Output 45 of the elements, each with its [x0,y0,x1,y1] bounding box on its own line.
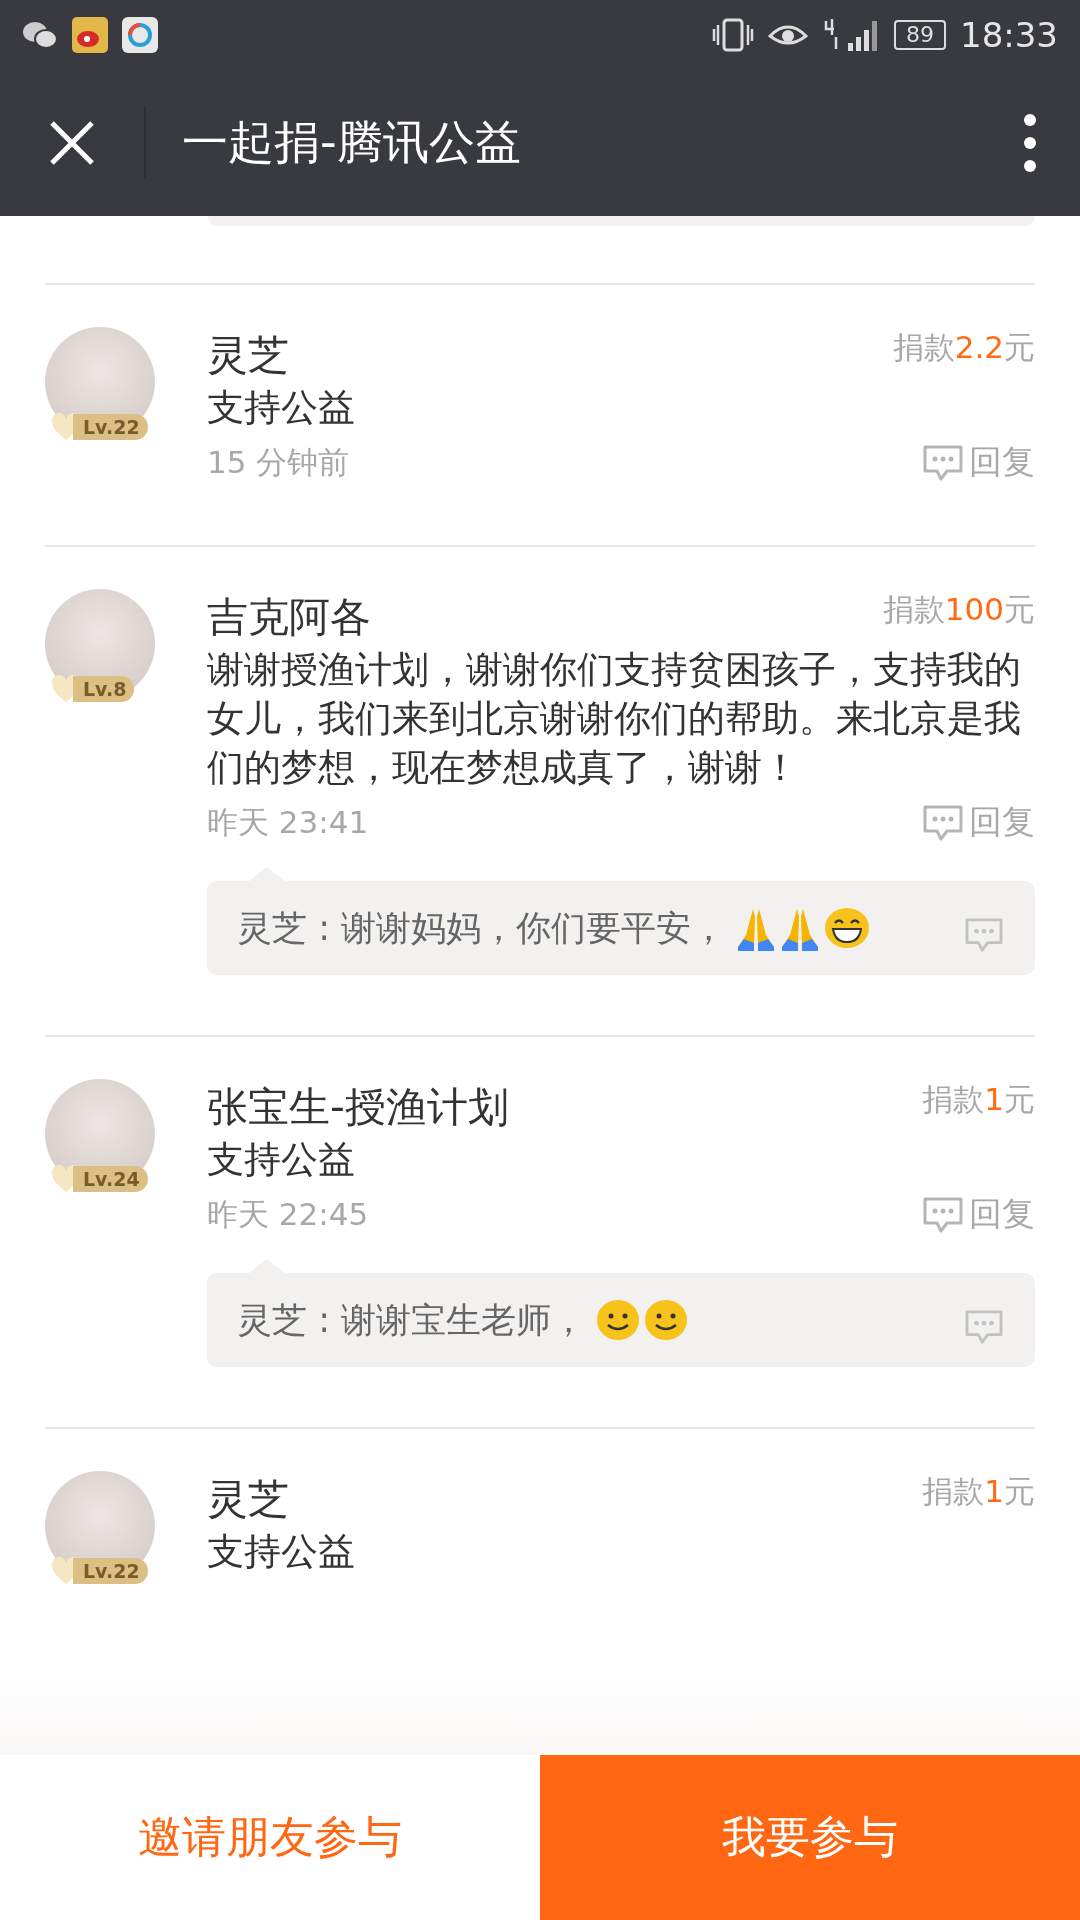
comment-time: 昨天 23:41 [207,802,369,842]
clock-time: 18:33 [960,15,1058,55]
page-title: 一起捐-腾讯公益 [182,114,522,171]
comment-icon [921,443,965,482]
close-icon [48,119,96,167]
battery-level: 89 [894,20,946,50]
news-app-icon [122,17,158,53]
avatar-placeholder[interactable]: Lv.22 [45,327,155,437]
avatar-placeholder[interactable]: Lv.22 [45,1471,155,1581]
level-badge: Lv.8 [73,676,135,702]
commenter-name: 灵芝 [207,1474,289,1525]
weibo-app-icon [72,17,108,53]
donation-amount: 捐款1元 [922,1472,1035,1511]
donation-amount: 捐款100元 [882,590,1035,629]
join-button[interactable]: 我要参与 [540,1755,1080,1920]
reply-button[interactable]: 回复 [921,1192,1035,1237]
comment-text: 支持公益 [207,385,356,431]
comment-text: 支持公益 [207,1529,356,1575]
level-badge: Lv.22 [73,1558,148,1584]
comment-icon [921,803,965,842]
reply-text: 灵芝 : 谢谢妈妈，你们要平安， [237,907,727,950]
smiling-emoji-icon [644,1299,689,1341]
reply-text: 灵芝 : 谢谢宝生老师， [237,1299,587,1342]
reply-button[interactable]: 回复 [921,800,1035,845]
comment-text: 谢谢授渔计划，谢谢你们支持贫困孩子，支持我的女儿，我们来到北京谢谢你们的帮助。来北京是我们的梦想，现在梦想成真了，谢谢！ [207,647,1022,791]
comment-time: 昨天 22:45 [207,1194,369,1234]
level-badge: Lv.22 [73,414,148,440]
donation-amount: 捐款2.2元 [892,328,1035,367]
smiling-emoji-icon [596,1299,641,1341]
comment-time: 15 分钟前 [207,442,350,482]
avatar-placeholder[interactable]: Lv.24 [45,1079,155,1189]
donation-amount: 捐款1元 [922,1080,1035,1119]
comment-text: 支持公益 [207,1137,356,1183]
grinning-emoji-icon [824,907,871,949]
comment-icon [921,1195,965,1234]
level-badge: Lv.24 [73,1166,148,1192]
chat-app-icon [22,20,58,50]
more-icon [1023,113,1037,173]
commenter-name: 吉克阿各 [207,592,371,643]
avatar-placeholder[interactable]: Lv.8 [45,589,155,699]
commenter-name: 张宝生-授渔计划 [207,1082,509,1133]
signal-icon [822,17,880,53]
reply-button[interactable]: 回复 [921,440,1035,485]
vibrate-icon [712,17,754,53]
commenter-name: 灵芝 [207,330,289,381]
